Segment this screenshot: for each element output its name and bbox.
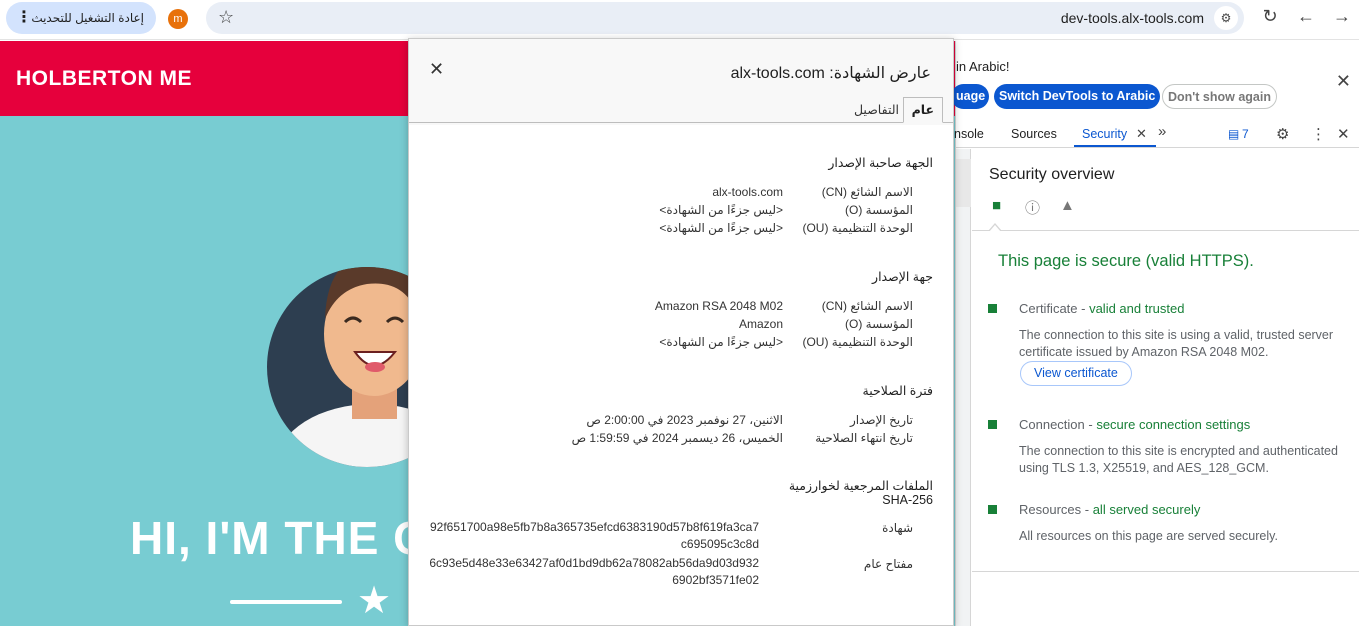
view-certificate-button[interactable]: View certificate: [1020, 361, 1132, 386]
resources-description: All resources on this page are served se…: [1019, 529, 1278, 543]
site-settings-icon[interactable]: ⚙: [1214, 6, 1238, 30]
settings-gear-icon[interactable]: ⚙: [1276, 125, 1289, 143]
messages-icon[interactable]: ▤: [1228, 127, 1239, 141]
field-label: الوحدة التنظيمية (OU): [802, 221, 913, 235]
field-value: <ليس جزءًا من الشهادة>: [659, 221, 783, 235]
bookmark-star-icon[interactable]: ☆: [218, 7, 234, 28]
relaunch-to-update-button[interactable]: ⋮ إعادة التشغيل للتحديث: [6, 2, 156, 34]
site-logo[interactable]: HOLBERTON ME: [16, 67, 192, 91]
security-overview-title: Security overview: [989, 166, 1115, 183]
close-banner-icon[interactable]: ✕: [1336, 71, 1351, 92]
relaunch-label: إعادة التشغيل للتحديث: [31, 11, 144, 25]
reload-icon[interactable]: ↻: [1258, 6, 1282, 27]
status-bullet: [988, 505, 997, 514]
dialog-tab-bar: عام التفاصيل: [409, 97, 953, 123]
section-heading-issued-to: الجهة صاحبة الإصدار: [828, 156, 933, 170]
connection-title: Connection - secure connection settings: [1019, 417, 1250, 432]
resources-status: all served securely: [1092, 502, 1201, 517]
sidebar-selected-overview[interactable]: [956, 159, 971, 207]
dialog-title: عارض الشهادة: alx-tools.com: [730, 65, 931, 82]
connection-description: The connection to this site is encrypted…: [1019, 444, 1338, 475]
language-banner-text: in Arabic!: [956, 59, 1010, 74]
selection-pointer-inner: [989, 225, 1001, 232]
field-value: <ليس جزءًا من الشهادة>: [659, 203, 783, 217]
field-label: الاسم الشائع (CN): [821, 299, 913, 313]
field-label: الاسم الشائع (CN): [821, 185, 913, 199]
certificate-title: Certificate - valid and trusted: [1019, 301, 1184, 316]
divider: [972, 571, 1359, 572]
star-icon: ★: [357, 580, 392, 622]
forward-icon[interactable]: →: [1330, 6, 1354, 27]
dont-show-again-button[interactable]: Don't show again: [1162, 84, 1277, 109]
tab-sources[interactable]: Sources: [1011, 127, 1057, 141]
url-text[interactable]: dev-tools.alx-tools.com: [1061, 10, 1204, 26]
field-label: الوحدة التنظيمية (OU): [802, 335, 913, 349]
status-bullet: [988, 304, 997, 313]
certificate-viewer-dialog: عارض الشهادة: alx-tools.com ✕ عام التفاص…: [408, 38, 954, 626]
field-label: مفتاح عام: [863, 557, 913, 571]
certificate-description: The connection to this site is using a v…: [1019, 328, 1334, 359]
tab-details[interactable]: التفاصيل: [846, 101, 907, 127]
info-icon: ⓘ: [1025, 200, 1041, 217]
resources-title: Resources - all served securely: [1019, 502, 1200, 517]
close-tab-icon[interactable]: ✕: [1136, 126, 1147, 142]
always-match-language-button[interactable]: uage: [951, 84, 989, 109]
field-label: المؤسسة (O): [845, 203, 913, 217]
certificate-label: Certificate -: [1019, 301, 1090, 316]
field-label: تاريخ الإصدار: [849, 413, 913, 427]
field-label: تاريخ انتهاء الصلاحية: [815, 431, 913, 445]
customize-menu-icon[interactable]: ⋮: [1311, 125, 1326, 143]
fingerprint-value: 92f651700a98e5fb7b8a365735efcd6383190d57…: [430, 520, 759, 551]
devtools-tab-bar: nsole Sources Security ✕ » ▤ 7 ⚙ ⋮ ✕: [954, 120, 1359, 148]
divider: [972, 230, 1359, 231]
profile-avatar[interactable]: m: [168, 9, 188, 29]
resources-label: Resources -: [1019, 502, 1093, 517]
security-sidebar: [956, 149, 971, 626]
section-heading-issued-by: جهة الإصدار: [872, 270, 933, 284]
connection-row: Connection - secure connection settings …: [988, 417, 1358, 477]
browser-toolbar: ⋮ إعادة التشغيل للتحديث m ☆ dev-tools.al…: [0, 0, 1359, 40]
back-icon[interactable]: ←: [1294, 6, 1318, 27]
field-label: شهادة: [882, 521, 913, 535]
more-tabs-icon[interactable]: »: [1158, 123, 1166, 140]
field-value: Amazon RSA 2048 M02: [654, 299, 783, 313]
field-value: Amazon: [738, 317, 783, 331]
fingerprint-value: 6c93e5d48e33e63427af0d1bd9db62a78082ab56…: [429, 556, 759, 587]
lock-icon: ■: [992, 197, 1002, 214]
hero-title: HI, I'M THE C: [130, 512, 428, 564]
section-heading-validity: فترة الصلاحية: [862, 384, 933, 398]
field-label: المؤسسة (O): [845, 317, 913, 331]
certificate-general-body: الجهة صاحبة الإصدار الاسم الشائع (CN) al…: [409, 125, 953, 625]
resources-row: Resources - all served securely All reso…: [988, 502, 1358, 552]
field-value: الاثنين، 27 نوفمبر 2023 في 2:00:00 ص: [586, 413, 783, 427]
status-bullet: [988, 420, 997, 429]
close-dialog-icon[interactable]: ✕: [429, 59, 444, 80]
connection-status: secure connection settings: [1096, 417, 1251, 432]
tab-general[interactable]: عام: [902, 97, 943, 123]
field-value: <ليس جزءًا من الشهادة>: [659, 335, 783, 349]
tab-console[interactable]: nsole: [954, 127, 984, 141]
devtools-panel: in Arabic! uage Switch DevTools to Arabi…: [951, 41, 1359, 626]
active-tab-underline: [1074, 145, 1156, 147]
field-value: الخميس، 26 ديسمبر 2024 في 1:59:59 ص: [571, 431, 783, 445]
address-bar[interactable]: ☆ dev-tools.alx-tools.com ⚙: [206, 2, 1244, 34]
section-heading-fingerprints: الملفات المرجعية لخوارزمية SHA-256: [788, 479, 933, 507]
connection-label: Connection -: [1019, 417, 1097, 432]
switch-devtools-arabic-button[interactable]: Switch DevTools to Arabic: [994, 84, 1161, 109]
certificate-status: valid and trusted: [1089, 301, 1185, 316]
messages-count[interactable]: 7: [1242, 127, 1249, 141]
security-overview-panel: Security overview ■ ⓘ ▲ This page is sec…: [972, 149, 1359, 626]
tab-security[interactable]: Security: [1082, 127, 1127, 141]
security-headline: This page is secure (valid HTTPS).: [998, 252, 1254, 270]
hero-divider-line: [230, 600, 342, 604]
field-value: alx-tools.com: [712, 185, 783, 199]
more-menu-icon: ⋮: [16, 9, 32, 26]
warning-icon: ▲: [1060, 197, 1075, 214]
close-devtools-icon[interactable]: ✕: [1337, 125, 1350, 143]
